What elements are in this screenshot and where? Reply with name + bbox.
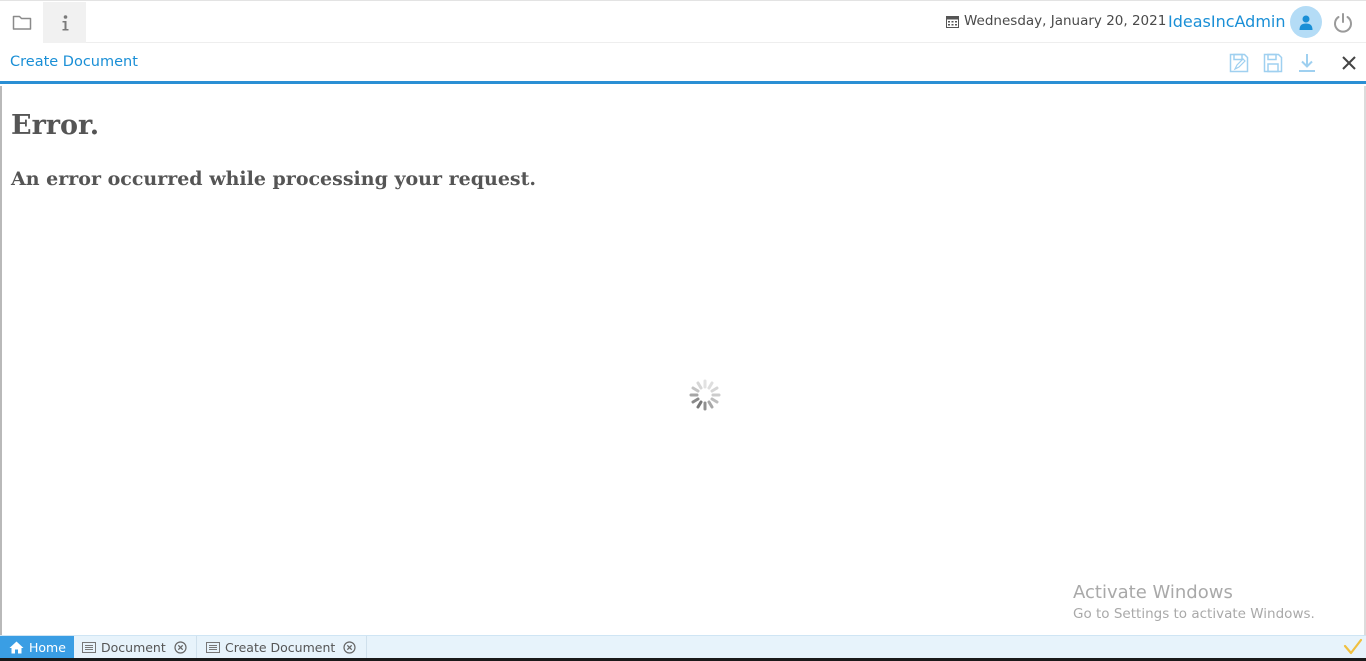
activation-watermark-subtitle: Go to Settings to activate Windows. [1073,606,1315,622]
tab-label: Create Document [225,640,336,655]
error-message: An error occurred while processing your … [11,168,536,190]
document-toolbar: Create Document [0,43,1366,84]
power-icon [1334,13,1352,33]
close-icon [1342,56,1356,70]
user-icon [1299,15,1313,30]
user-avatar[interactable] [1290,6,1322,38]
tab-divider [196,636,197,659]
close-tab-icon[interactable] [343,641,356,654]
document-frame: Error. An error occurred while processin… [0,86,1366,635]
tab-divider [366,636,367,659]
activation-watermark-title: Activate Windows [1073,582,1233,603]
download-button[interactable] [1295,51,1319,75]
top-header: Wednesday, January 20, 2021 IdeasIncAdmi… [0,0,1366,43]
tab-document[interactable]: Document [82,636,187,659]
list-icon [82,642,96,653]
checkmark-icon [1343,638,1363,655]
bottom-tab-bar: Home Document Create Document [0,635,1366,659]
calendar-icon [946,15,959,28]
tab-label: Document [101,640,166,655]
home-icon [9,641,24,654]
save-as-icon [1229,53,1249,73]
folder-icon [12,15,31,30]
folder-button[interactable] [0,2,43,43]
document-title: Create Document [10,54,138,70]
tab-create-document[interactable]: Create Document [206,636,356,659]
info-icon [62,14,68,30]
close-document-button[interactable] [1337,51,1361,75]
download-icon [1299,54,1315,72]
list-icon [206,642,220,653]
save-button[interactable] [1261,51,1285,75]
tab-home[interactable]: Home [0,636,74,659]
close-tab-icon[interactable] [174,641,187,654]
save-as-button[interactable] [1227,51,1251,75]
info-button[interactable] [43,2,86,43]
current-date: Wednesday, January 20, 2021 [964,13,1167,29]
save-icon [1263,53,1283,73]
logout-button[interactable] [1330,10,1356,36]
error-title: Error. [11,110,100,141]
tab-label: Home [29,640,66,655]
username-link[interactable]: IdeasIncAdmin [1168,12,1286,31]
spinner-icon [689,379,721,411]
date-display: Wednesday, January 20, 2021 [946,13,1166,29]
